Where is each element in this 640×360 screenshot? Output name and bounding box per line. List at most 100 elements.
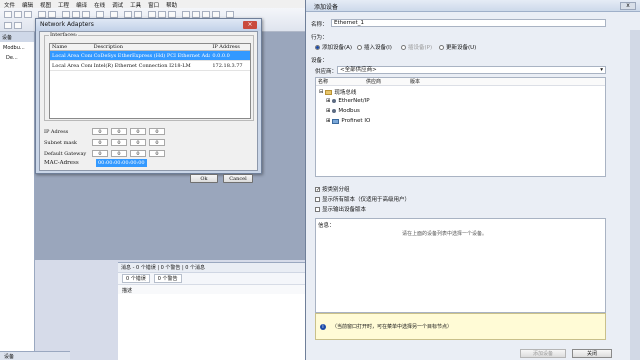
mask-octet[interactable]: 0 bbox=[111, 139, 127, 146]
table-row[interactable]: Local Area Connection CoDeSys EtherExpre… bbox=[50, 51, 250, 61]
ok-button[interactable]: Ok bbox=[190, 174, 218, 183]
gateway-octet[interactable]: 0 bbox=[111, 150, 127, 157]
ip-octet[interactable]: 0 bbox=[130, 128, 146, 135]
menu-build[interactable]: 编译 bbox=[76, 1, 87, 9]
gateway-octet[interactable]: 0 bbox=[130, 150, 146, 157]
save-icon[interactable] bbox=[24, 11, 32, 18]
open-icon[interactable] bbox=[14, 11, 22, 18]
ip-octet[interactable]: 0 bbox=[149, 128, 165, 135]
radio-update-device[interactable]: 更新设备(U) bbox=[439, 43, 476, 51]
tree-node-profinet[interactable]: ⊞ Profinet IO bbox=[326, 118, 370, 124]
expand-icon[interactable]: ⊞ bbox=[326, 108, 331, 114]
tree-node-modbus[interactable]: Modbu... bbox=[3, 45, 25, 51]
properties-icon[interactable] bbox=[14, 22, 22, 29]
breakpoint-icon[interactable] bbox=[182, 11, 190, 18]
device-label: 设备： bbox=[311, 58, 328, 64]
radio-icon bbox=[439, 45, 444, 50]
radio-add-device[interactable]: 添加设备(A) bbox=[315, 43, 352, 51]
cancel-button[interactable]: Cancel bbox=[223, 174, 253, 183]
new-icon[interactable] bbox=[4, 11, 12, 18]
name-input[interactable]: Ethernet_1 bbox=[331, 19, 606, 27]
undo-icon[interactable] bbox=[38, 11, 46, 18]
find-icon[interactable] bbox=[96, 11, 104, 18]
redo-icon[interactable] bbox=[48, 11, 56, 18]
warnings-filter[interactable]: 0 个警告 bbox=[153, 274, 182, 283]
adapters-table: Name Description IP Address Local Area C… bbox=[49, 43, 251, 119]
menu-view[interactable]: 视图 bbox=[40, 1, 51, 9]
close-icon[interactable]: × bbox=[243, 21, 257, 29]
subnet-mask-row: Subnet mask 0 0 0 0 bbox=[44, 138, 168, 147]
checkbox-icon bbox=[315, 207, 320, 212]
expand-icon[interactable]: ⊞ bbox=[326, 118, 331, 124]
login-icon[interactable] bbox=[124, 11, 132, 18]
checkbox-label: 按类别分组 bbox=[322, 187, 350, 193]
ip-octet[interactable]: 0 bbox=[92, 128, 108, 135]
menu-online[interactable]: 在线 bbox=[94, 1, 105, 9]
paste-icon[interactable] bbox=[82, 11, 90, 18]
show-output-versions-checkbox[interactable]: 显示输出设备版本 bbox=[315, 205, 366, 213]
checkmark-icon: ✓ bbox=[315, 187, 321, 193]
chevron-down-icon: ▾ bbox=[600, 67, 603, 73]
step-out-icon[interactable] bbox=[212, 11, 220, 18]
menu-help[interactable]: 帮助 bbox=[166, 1, 177, 9]
name-label: 名称： bbox=[311, 22, 328, 28]
radio-plug-device[interactable]: 插设备(P) bbox=[401, 43, 432, 51]
cursor-icon[interactable] bbox=[226, 11, 234, 18]
cut-icon[interactable] bbox=[62, 11, 70, 18]
run-icon[interactable] bbox=[148, 11, 156, 18]
radio-selected-icon bbox=[315, 45, 320, 50]
collapse-icon[interactable]: ⊟ bbox=[319, 89, 324, 95]
group-by-category-checkbox[interactable]: ✓ 按类别分组 bbox=[315, 185, 350, 193]
info-icon: i bbox=[320, 323, 326, 330]
tree-node-ethernetip[interactable]: ⊞ EtherNet/IP bbox=[326, 98, 370, 104]
reset-icon[interactable] bbox=[168, 11, 176, 18]
step-into-icon[interactable] bbox=[202, 11, 210, 18]
radio-insert-device[interactable]: 插入设备(I) bbox=[357, 43, 392, 51]
action-label: 行为： bbox=[311, 35, 328, 41]
devices-tab[interactable]: 设备 bbox=[0, 351, 70, 360]
build-icon[interactable] bbox=[110, 11, 118, 18]
mask-octet[interactable]: 0 bbox=[130, 139, 146, 146]
interfaces-label: Interfaces: bbox=[49, 32, 79, 38]
interfaces-group: Interfaces: Name Description IP Address … bbox=[44, 32, 254, 121]
gateway-octet[interactable]: 0 bbox=[149, 150, 165, 157]
gateway-row: Default Gateway 0 0 0 0 bbox=[44, 149, 168, 158]
gateway-octet[interactable]: 0 bbox=[92, 150, 108, 157]
tree-node-label: EtherNet/IP bbox=[338, 98, 370, 104]
stop-icon[interactable] bbox=[158, 11, 166, 18]
profinet-icon bbox=[332, 118, 340, 124]
device-icon[interactable] bbox=[4, 22, 12, 29]
tree-node-device[interactable]: De... bbox=[6, 55, 18, 61]
radio-label: 更新设备(U) bbox=[446, 45, 477, 51]
tree-node-modbus[interactable]: ⊞ Modbus bbox=[326, 108, 360, 114]
col-description: Description bbox=[93, 44, 123, 50]
dialog-title: Network Adapters bbox=[40, 21, 94, 28]
table-row[interactable]: Local Area Connection 2 Intel(R) Etherne… bbox=[50, 61, 250, 71]
menu-project[interactable]: 工程 bbox=[58, 1, 69, 9]
messages-description-column: 描述 bbox=[118, 284, 305, 294]
menu-edit[interactable]: 编辑 bbox=[22, 1, 33, 9]
vendor-select[interactable]: <全部供应商> ▾ bbox=[337, 66, 606, 74]
menu-debug[interactable]: 调试 bbox=[112, 1, 123, 9]
show-all-versions-checkbox[interactable]: 显示所有版本（仅适用于高级用户） bbox=[315, 195, 410, 203]
table-header: Name Description IP Address bbox=[50, 44, 250, 51]
add-device-button[interactable]: 添加设备 bbox=[520, 349, 566, 358]
errors-filter[interactable]: 0 个错误 bbox=[122, 274, 150, 283]
logout-icon[interactable] bbox=[134, 11, 142, 18]
info-panel: 信息： 请在上面的设备列表中选择一个设备。 bbox=[315, 218, 606, 313]
close-button[interactable]: 关闭 bbox=[572, 349, 612, 358]
menu-tools[interactable]: 工具 bbox=[130, 1, 141, 9]
menu-window[interactable]: 窗口 bbox=[148, 1, 159, 9]
step-over-icon[interactable] bbox=[192, 11, 200, 18]
tree-node-fieldbus[interactable]: ⊟ 现场总线 bbox=[319, 88, 356, 96]
mask-octet[interactable]: 0 bbox=[92, 139, 108, 146]
close-icon[interactable]: x bbox=[620, 2, 636, 10]
mac-label: MAC-Adress bbox=[44, 160, 79, 166]
mask-octet[interactable]: 0 bbox=[149, 139, 165, 146]
mask-label: Subnet mask bbox=[44, 139, 77, 146]
expand-icon[interactable]: ⊞ bbox=[326, 98, 331, 104]
ip-octet[interactable]: 0 bbox=[111, 128, 127, 135]
copy-icon[interactable] bbox=[72, 11, 80, 18]
checkbox-label: 显示所有版本（仅适用于高级用户） bbox=[322, 197, 411, 203]
menu-file[interactable]: 文件 bbox=[4, 1, 15, 9]
